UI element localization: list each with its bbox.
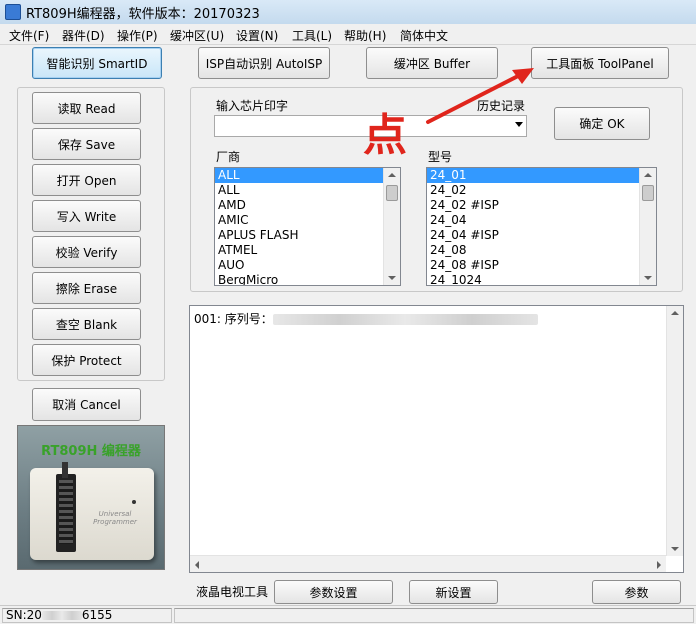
status-pane <box>174 608 694 623</box>
smartid-button[interactable]: 智能识别 SmartID <box>32 47 162 79</box>
chevron-down-icon[interactable] <box>515 122 523 127</box>
ok-button[interactable]: 确定 OK <box>554 107 650 140</box>
redacted-sn <box>41 611 82 620</box>
window-title: RT809H编程器，软件版本：20170323 <box>26 7 260 22</box>
vendor-item[interactable]: AMD <box>215 198 400 213</box>
serial-number-pane: SN:20 6155 <box>2 608 172 623</box>
scroll-down-icon[interactable] <box>671 547 679 551</box>
menu-bar: 文件(F) 器件(D) 操作(P) 缓冲区(U) 设置(N) 工具(L) 帮助(… <box>0 24 696 45</box>
write-button[interactable]: 写入 Write <box>32 200 141 232</box>
verify-button[interactable]: 校验 Verify <box>32 236 141 268</box>
output-log[interactable]: 001: 序列号： <box>189 305 684 573</box>
scroll-thumb[interactable] <box>642 185 654 201</box>
vendor-label: 厂商 <box>216 150 241 164</box>
scroll-down-icon[interactable] <box>644 276 652 280</box>
zif-lever <box>62 462 68 478</box>
vendor-item[interactable]: AMIC <box>215 213 400 228</box>
param-settings-button[interactable]: 参数设置 <box>274 580 393 604</box>
vendor-item[interactable]: ATMEL <box>215 243 400 258</box>
programmer-product-image: RT809H 编程器 Universal Programmer <box>17 425 165 570</box>
menu-file[interactable]: 文件(F) <box>9 27 49 44</box>
annotation-click-text: 点 <box>363 110 407 161</box>
protect-button[interactable]: 保护 Protect <box>32 344 141 376</box>
log-line-prefix: 001: 序列号： <box>194 312 273 326</box>
status-bar: SN:20 6155 <box>0 605 696 624</box>
params-button[interactable]: 参数 <box>592 580 681 604</box>
serial-number-tail: 6155 <box>81 608 113 622</box>
output-vscrollbar[interactable] <box>666 306 683 556</box>
vendor-item[interactable]: AUO <box>215 258 400 273</box>
menu-device[interactable]: 器件(D) <box>62 27 105 44</box>
lcd-tools-label: 液晶电视工具 <box>196 585 269 599</box>
vendor-scrollbar[interactable] <box>383 168 400 285</box>
menu-settings[interactable]: 设置(N) <box>236 27 278 44</box>
status-led <box>132 500 136 504</box>
app-icon <box>5 4 21 20</box>
zif-socket <box>56 462 76 552</box>
programmer-device-body: Universal Programmer <box>30 462 154 560</box>
vendor-item[interactable]: BergMicro <box>215 273 400 285</box>
model-item[interactable]: 24_01 <box>427 168 656 183</box>
output-hscrollbar[interactable] <box>190 555 666 572</box>
model-label: 型号 <box>428 150 453 164</box>
scroll-right-icon[interactable] <box>657 561 661 569</box>
autoisp-button[interactable]: ISP自动识别 AutoISP <box>198 47 330 79</box>
model-item[interactable]: 24_02 <box>427 183 656 198</box>
model-scrollbar[interactable] <box>639 168 656 285</box>
vendor-item[interactable]: ALL <box>215 168 400 183</box>
cancel-button[interactable]: 取消 Cancel <box>32 388 141 421</box>
model-item[interactable]: 24_1024 <box>427 273 656 285</box>
scroll-thumb[interactable] <box>386 185 398 201</box>
vendor-item[interactable]: ALL <box>215 183 400 198</box>
chip-input-label: 输入芯片印字 <box>216 99 289 113</box>
read-button[interactable]: 读取 Read <box>32 92 141 124</box>
scroll-up-icon[interactable] <box>388 173 396 177</box>
menu-operation[interactable]: 操作(P) <box>117 27 158 44</box>
menu-help[interactable]: 帮助(H) <box>344 27 386 44</box>
scroll-up-icon[interactable] <box>671 311 679 315</box>
model-listbox[interactable]: 24_01 24_02 24_02 #ISP 24_04 24_04 #ISP … <box>426 167 657 286</box>
redacted-serial <box>272 314 538 325</box>
toolpanel-button[interactable]: 工具面板 ToolPanel <box>531 47 669 79</box>
blank-button[interactable]: 查空 Blank <box>32 308 141 340</box>
title-bar: RT809H编程器，软件版本：20170323 <box>0 0 696 24</box>
menu-buffer[interactable]: 缓冲区(U) <box>170 27 224 44</box>
log-line: 001: 序列号： <box>194 310 538 327</box>
save-button[interactable]: 保存 Save <box>32 128 141 160</box>
menu-language[interactable]: 简体中文 <box>400 27 448 44</box>
erase-button[interactable]: 擦除 Erase <box>32 272 141 304</box>
model-item[interactable]: 24_04 <box>427 213 656 228</box>
model-item[interactable]: 24_08 <box>427 243 656 258</box>
socket-pins <box>59 480 73 544</box>
model-item[interactable]: 24_08 #ISP <box>427 258 656 273</box>
vendor-listbox[interactable]: ALL ALL AMD AMIC APLUS FLASH ATMEL AUO B… <box>214 167 401 286</box>
serial-number-prefix: SN:20 <box>6 608 42 622</box>
scroll-up-icon[interactable] <box>644 173 652 177</box>
new-settings-button[interactable]: 新设置 <box>409 580 498 604</box>
device-logo-text: Universal Programmer <box>93 510 137 526</box>
vendor-item[interactable]: APLUS FLASH <box>215 228 400 243</box>
scroll-down-icon[interactable] <box>388 276 396 280</box>
model-item[interactable]: 24_04 #ISP <box>427 228 656 243</box>
model-item[interactable]: 24_02 #ISP <box>427 198 656 213</box>
menu-tools[interactable]: 工具(L) <box>292 27 332 44</box>
product-title: RT809H 编程器 <box>41 444 141 459</box>
buffer-button[interactable]: 缓冲区 Buffer <box>366 47 498 79</box>
scroll-left-icon[interactable] <box>195 561 199 569</box>
history-label: 历史记录 <box>477 99 526 113</box>
open-button[interactable]: 打开 Open <box>32 164 141 196</box>
